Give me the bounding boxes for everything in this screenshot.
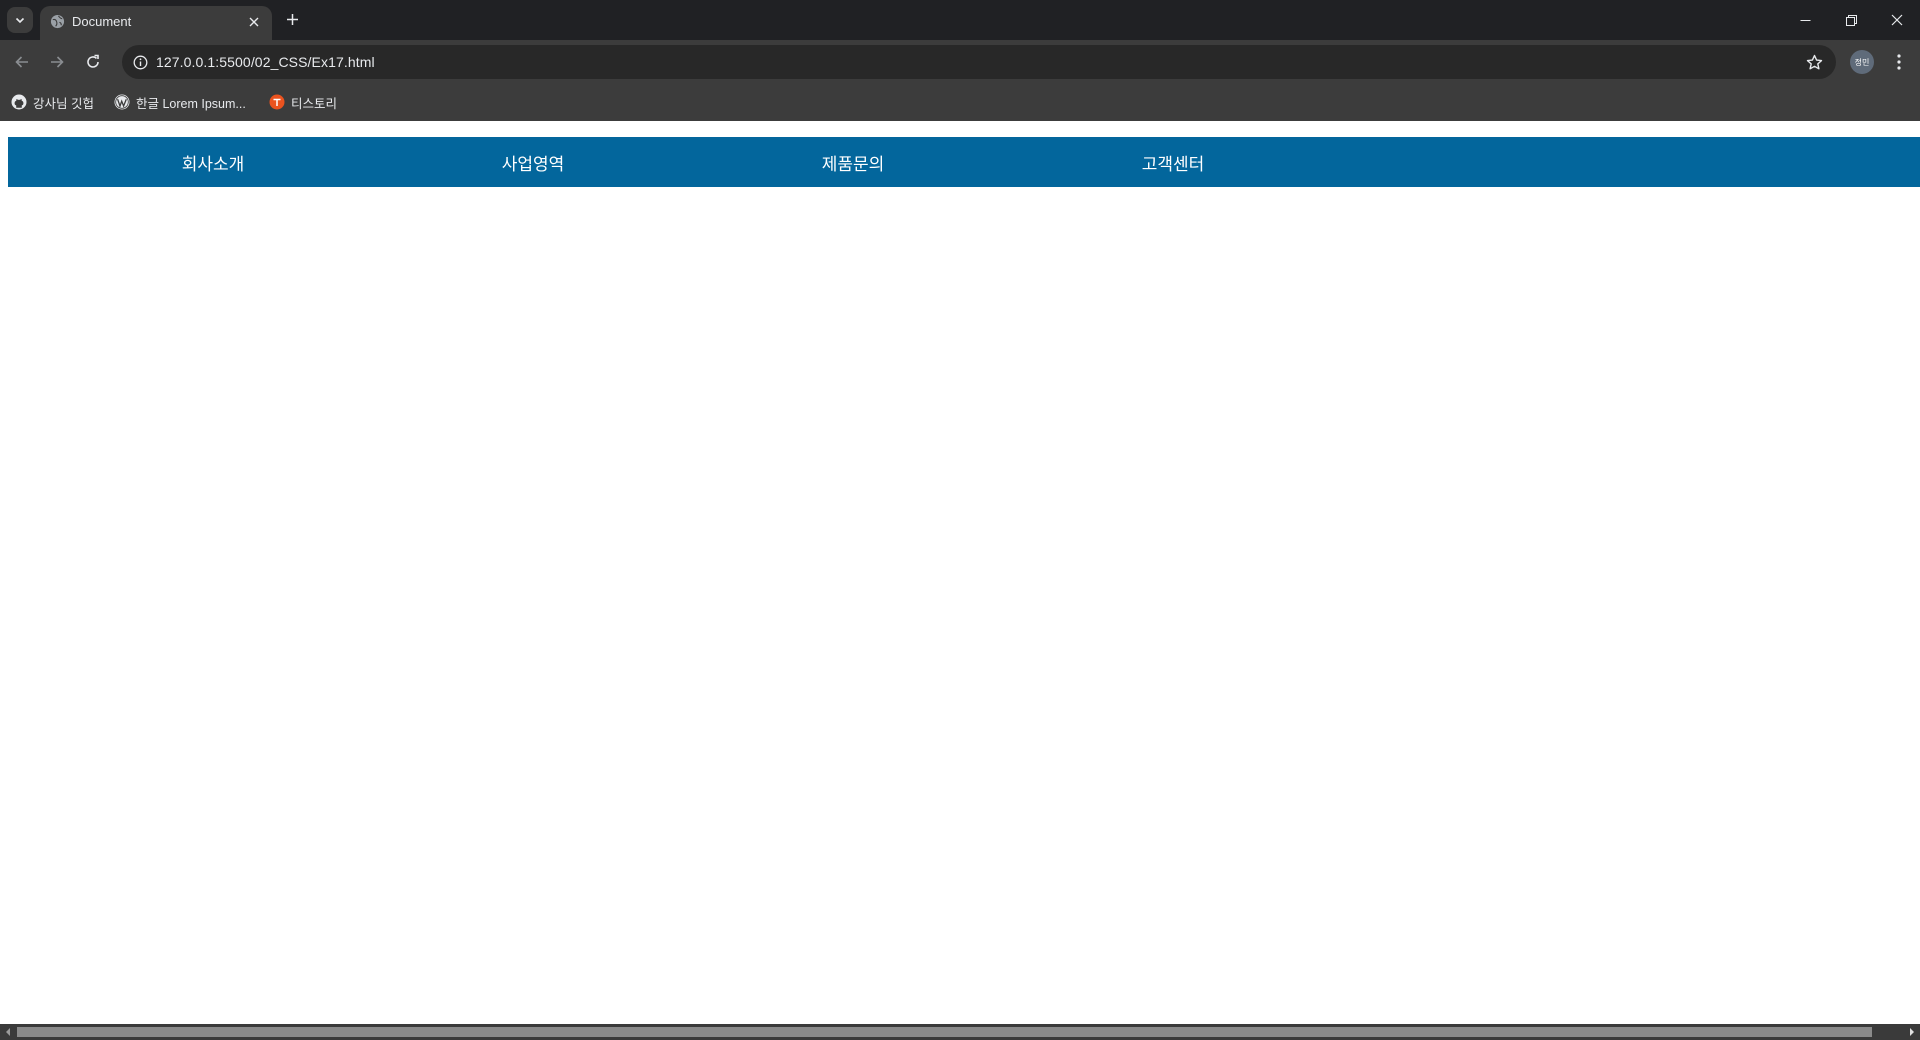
chevron-down-icon <box>15 17 25 24</box>
bookmark-label: 한글 Lorem Ipsum... <box>136 96 246 111</box>
tab-close-button[interactable] <box>244 12 264 32</box>
caret-left-icon <box>6 1028 10 1036</box>
menu-item-product-inquiry[interactable]: 제품문의 <box>693 137 1013 187</box>
caret-right-icon <box>1910 1028 1914 1036</box>
url-text: 127.0.0.1:5500/02_CSS/Ex17.html <box>156 54 375 70</box>
close-icon <box>1891 14 1903 26</box>
menu-item-business[interactable]: 사업영역 <box>373 137 693 187</box>
reload-icon <box>87 54 99 68</box>
more-vertical-icon <box>1897 54 1901 70</box>
minimize-button[interactable] <box>1782 0 1828 40</box>
back-button[interactable] <box>7 47 37 77</box>
menu-item-company[interactable]: 회사소개 <box>53 137 373 187</box>
browser-toolbar: 127.0.0.1:5500/02_CSS/Ex17.html 정민 <box>0 40 1920 83</box>
horizontal-scrollbar[interactable] <box>0 1024 1920 1040</box>
forward-button[interactable] <box>42 47 72 77</box>
bookmark-github[interactable]: 강사님 깃헙 <box>11 89 94 115</box>
profile-avatar[interactable]: 정민 <box>1850 50 1874 74</box>
close-icon <box>249 17 259 27</box>
github-icon <box>11 94 27 110</box>
plus-icon <box>286 13 298 25</box>
site-info-button[interactable] <box>128 50 152 74</box>
new-tab-button[interactable] <box>281 8 303 30</box>
bookmark-lorem-ipsum[interactable]: 한글 Lorem Ipsum... <box>114 89 246 115</box>
tistory-icon <box>269 94 285 110</box>
page-viewport: 회사소개 사업영역 제품문의 고객센터 <box>0 121 1920 1024</box>
address-bar[interactable]: 127.0.0.1:5500/02_CSS/Ex17.html <box>122 45 1836 79</box>
globe-icon <box>50 14 65 29</box>
menu-item-customer-center[interactable]: 고객센터 <box>1013 137 1333 187</box>
bookmark-tistory[interactable]: 티스토리 <box>269 89 337 115</box>
browser-menu-button[interactable] <box>1886 48 1912 76</box>
tab-strip: Document <box>0 0 1920 40</box>
bookmark-label: 티스토리 <box>291 96 338 111</box>
close-window-button[interactable] <box>1874 0 1920 40</box>
bookmark-label: 강사님 깃헙 <box>33 96 94 111</box>
info-icon <box>133 55 147 69</box>
restore-button[interactable] <box>1828 0 1874 40</box>
main-nav-menu: 회사소개 사업영역 제품문의 고객센터 <box>8 137 1920 187</box>
bookmarks-bar: 강사님 깃헙 한글 Lorem Ipsum... 티스토리 <box>0 83 1920 121</box>
wordpress-icon <box>114 94 130 110</box>
reload-button[interactable] <box>78 47 108 77</box>
tab-document[interactable]: Document <box>40 6 272 40</box>
restore-icon <box>1845 14 1857 26</box>
bookmark-star-button[interactable] <box>1802 50 1826 74</box>
scroll-left-button[interactable] <box>0 1024 16 1040</box>
forward-arrow-icon <box>51 56 64 68</box>
star-icon <box>1806 54 1822 69</box>
tab-title: Document <box>72 14 132 29</box>
minimize-icon <box>1800 19 1810 21</box>
scrollbar-thumb[interactable] <box>17 1027 1872 1037</box>
back-arrow-icon <box>15 56 28 68</box>
tab-search-button[interactable] <box>7 7 33 33</box>
browser-window: Document 127.0.0.1:5500/02_CSS/Ex17.html… <box>0 0 1920 1040</box>
scroll-right-button[interactable] <box>1904 1024 1920 1040</box>
